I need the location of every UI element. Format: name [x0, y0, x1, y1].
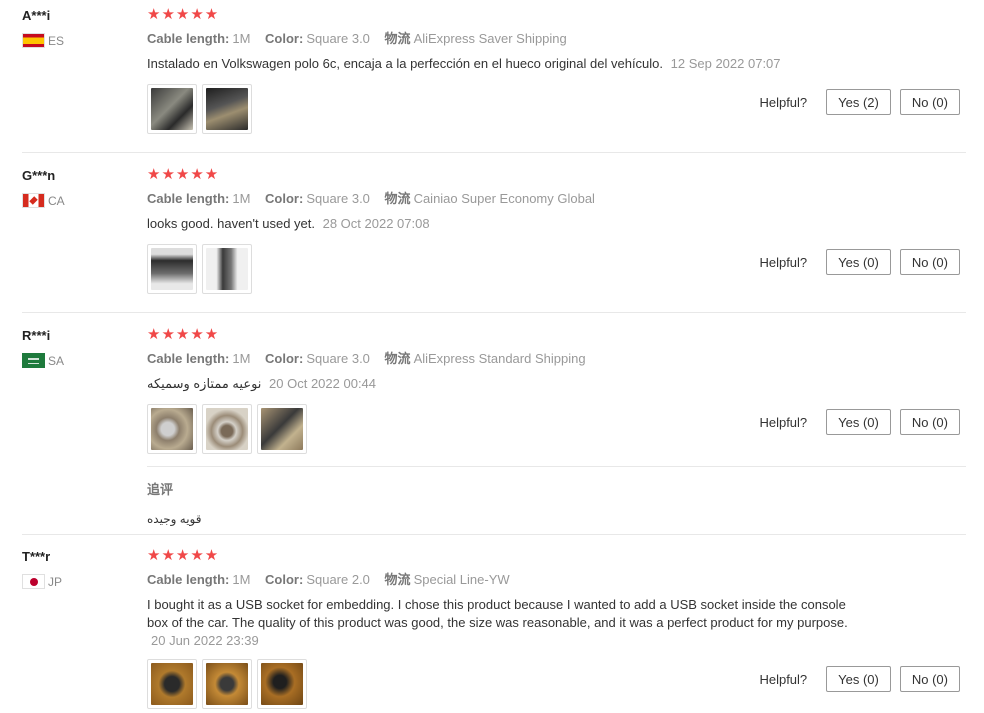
helpful-vote: Helpful? Yes (0) No (0)	[759, 249, 960, 275]
shipping-label: 物流	[384, 31, 411, 46]
color-value: Square 2.0	[306, 572, 370, 587]
country-code: CA	[48, 193, 65, 208]
shipping-value: AliExpress Saver Shipping	[413, 31, 567, 46]
reviewer-country: JP	[22, 574, 62, 589]
color-value: Square 3.0	[306, 191, 370, 206]
review-photo[interactable]	[202, 659, 252, 709]
review-date: 20 Oct 2022 00:44	[269, 376, 377, 391]
reviewer-name: T***r	[22, 549, 51, 564]
helpful-yes-button[interactable]: Yes (2)	[826, 89, 891, 115]
review-photo[interactable]	[202, 244, 252, 294]
additional-review-text: قويه وجيده	[147, 512, 202, 526]
shipping-label: 物流	[384, 572, 411, 587]
country-code: ES	[48, 33, 65, 48]
country-code: JP	[48, 574, 63, 589]
review-photo[interactable]	[257, 404, 307, 454]
color-label: Color:	[265, 191, 304, 206]
sku-info: Cable length: 1M Color: Square 3.0 物流 Caini…	[147, 191, 966, 207]
review-date: 12 Sep 2022 07:07	[670, 56, 781, 71]
review-photo[interactable]	[147, 404, 197, 454]
sku-info: Cable length: 1M Color: Square 2.0 物流 Speci…	[147, 572, 966, 588]
color-label: Color:	[265, 351, 304, 366]
review-text: Instalado en Volkswagen polo 6c, encaja …	[147, 55, 867, 73]
helpful-label: Helpful?	[759, 671, 808, 687]
flag-es-icon	[22, 33, 45, 48]
sku-info: Cable length: 1M Color: Square 3.0 物流 AliEx…	[147, 351, 966, 367]
reviewer-name: R***i	[22, 328, 51, 343]
cable-length-value: 1M	[232, 572, 251, 587]
reviewer-name: A***i	[22, 8, 51, 23]
reviewer-country: ES	[22, 33, 64, 48]
helpful-label: Helpful?	[759, 94, 808, 110]
helpful-no-button[interactable]: No (0)	[899, 249, 960, 275]
review-list: A***i ES ★★★★★ Cable length: 1M Color: Squ…	[0, 0, 984, 713]
shipping-value: AliExpress Standard Shipping	[413, 351, 586, 366]
shipping-label: 物流	[384, 191, 411, 206]
review-text: looks good. haven't used yet. 28 Oct 202…	[147, 215, 867, 233]
helpful-label: Helpful?	[759, 254, 808, 270]
star-rating: ★★★★★	[147, 547, 220, 564]
review-content: Instalado en Volkswagen polo 6c, encaja …	[147, 56, 664, 71]
review-photo[interactable]	[257, 659, 307, 709]
review-content: نوعيه ممتازه وسميكه	[147, 376, 262, 391]
divider	[22, 312, 966, 313]
reviewer-country: CA	[22, 193, 65, 208]
divider	[22, 534, 966, 535]
review-text: نوعيه ممتازه وسميكه 20 Oct 2022 00:44	[147, 375, 867, 393]
color-label: Color:	[265, 31, 304, 46]
review-date: 20 Jun 2022 23:39	[151, 633, 259, 648]
helpful-no-button[interactable]: No (0)	[899, 666, 960, 692]
review-text: I bought it as a USB socket for embeddin…	[147, 596, 867, 650]
cable-length-value: 1M	[232, 191, 251, 206]
flag-jp-icon	[22, 574, 45, 589]
color-value: Square 3.0	[306, 351, 370, 366]
cable-length-label: Cable length:	[147, 31, 230, 46]
cable-length-value: 1M	[232, 351, 251, 366]
cable-length-label: Cable length:	[147, 351, 230, 366]
cable-length-label: Cable length:	[147, 191, 230, 206]
color-value: Square 3.0	[306, 31, 370, 46]
shipping-label: 物流	[384, 351, 411, 366]
review-photo[interactable]	[202, 404, 252, 454]
cable-length-value: 1M	[232, 31, 251, 46]
additional-review-title: 追评	[147, 482, 174, 497]
helpful-no-button[interactable]: No (0)	[899, 89, 960, 115]
flag-ca-icon	[22, 193, 45, 208]
review-content: looks good. haven't used yet.	[147, 216, 315, 231]
sku-info: Cable length: 1M Color: Square 3.0 物流 AliEx…	[147, 31, 966, 47]
review-photo[interactable]	[147, 244, 197, 294]
shipping-value: Cainiao Super Economy Global	[413, 191, 595, 206]
divider	[22, 152, 966, 153]
helpful-yes-button[interactable]: Yes (0)	[826, 666, 891, 692]
review-item: G***n CA ★★★★★ Cable length: 1M Color: Squ…	[0, 160, 966, 312]
review-photo[interactable]	[147, 659, 197, 709]
star-rating: ★★★★★	[147, 166, 220, 183]
helpful-yes-button[interactable]: Yes (0)	[826, 249, 891, 275]
helpful-label: Helpful?	[759, 414, 808, 430]
color-label: Color:	[265, 572, 304, 587]
reviewer-country: SA	[22, 353, 64, 368]
helpful-yes-button[interactable]: Yes (0)	[826, 409, 891, 435]
reviewer-name: G***n	[22, 168, 56, 183]
review-item: T***r JP ★★★★★ Cable length: 1M Color: Squ…	[0, 541, 966, 713]
review-photo[interactable]	[147, 84, 197, 134]
flag-sa-icon	[22, 353, 45, 368]
helpful-vote: Helpful? Yes (2) No (0)	[759, 89, 960, 115]
star-rating: ★★★★★	[147, 6, 220, 23]
shipping-value: Special Line-YW	[413, 572, 510, 587]
review-photo[interactable]	[202, 84, 252, 134]
review-item: A***i ES ★★★★★ Cable length: 1M Color: Squ…	[0, 0, 966, 152]
helpful-vote: Helpful? Yes (0) No (0)	[759, 409, 960, 435]
helpful-vote: Helpful? Yes (0) No (0)	[759, 666, 960, 692]
cable-length-label: Cable length:	[147, 572, 230, 587]
review-content: I bought it as a USB socket for embeddin…	[147, 597, 848, 630]
helpful-no-button[interactable]: No (0)	[899, 409, 960, 435]
additional-review: 追评 قويه وجيده	[147, 467, 966, 526]
star-rating: ★★★★★	[147, 326, 220, 343]
review-item: R***i SA ★★★★★ Cable length: 1M Color: Squ…	[0, 320, 966, 534]
country-code: SA	[48, 353, 65, 368]
review-date: 28 Oct 2022 07:08	[322, 216, 430, 231]
